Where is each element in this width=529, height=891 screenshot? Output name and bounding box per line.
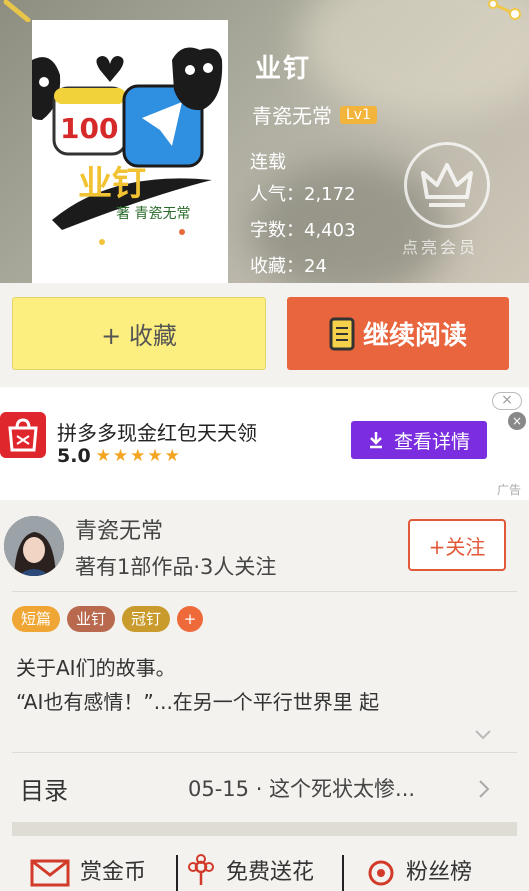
reward-label: 赏金币 bbox=[80, 860, 147, 885]
divider bbox=[12, 591, 517, 592]
fans-label: 粉丝榜 bbox=[406, 860, 473, 885]
divider bbox=[176, 855, 178, 891]
cover-title: 业钉 bbox=[78, 164, 146, 204]
favorites-stat: 收藏：24 bbox=[250, 256, 327, 277]
star-rating-icon: ★★★★★ bbox=[95, 446, 182, 466]
author-name[interactable]: 青瓷无常 bbox=[252, 100, 332, 129]
collect-button[interactable]: + 收藏 bbox=[12, 297, 266, 370]
reward-coins-button[interactable]: 赏金币 bbox=[30, 853, 146, 887]
ad-rating: 5.0 ★★★★★ bbox=[57, 445, 182, 467]
book-title: 业钉 bbox=[255, 54, 312, 84]
card-author-name[interactable]: 青瓷无常 bbox=[75, 513, 163, 545]
send-flower-button[interactable]: 免费送花 bbox=[186, 853, 314, 887]
author-stats: 著有1部作品·3人关注 bbox=[75, 555, 277, 579]
chevron-down-icon[interactable] bbox=[474, 729, 492, 741]
level-badge: Lv1 bbox=[340, 105, 377, 124]
ad-banner[interactable]: 拼多多现金红包天天领 5.0 ★★★★★ 查看详情 × × 广告 bbox=[0, 387, 529, 500]
synopsis-line-2: “AI也有感情！”...在另一个平行世界里 起 bbox=[16, 690, 380, 714]
share-icon[interactable] bbox=[487, 0, 521, 22]
flower-icon bbox=[188, 854, 214, 885]
cover-number: 100 bbox=[60, 112, 118, 145]
chevron-right-icon bbox=[479, 780, 490, 798]
edit-icon[interactable] bbox=[2, 0, 32, 22]
ad-rating-value: 5.0 bbox=[57, 445, 91, 467]
follow-button[interactable]: +关注 bbox=[408, 519, 506, 571]
book-icon bbox=[329, 317, 355, 350]
crown-icon bbox=[421, 163, 473, 207]
tag-guanding[interactable]: 冠钉 bbox=[122, 606, 171, 632]
cover-art: 100 业钉 著 青瓷无常 bbox=[32, 20, 228, 283]
vip-crown-badge[interactable] bbox=[404, 142, 490, 228]
continue-reading-button[interactable]: 继续阅读 bbox=[287, 297, 509, 370]
ad-tag: 广告 bbox=[496, 483, 521, 497]
fans-ranking-button[interactable]: 粉丝榜 bbox=[366, 853, 472, 887]
ad-button-label: 查看详情 bbox=[393, 430, 470, 453]
tag-short[interactable]: 短篇 bbox=[12, 606, 61, 632]
popularity-stat: 人气：2,172 bbox=[250, 184, 356, 205]
author-row[interactable]: 青瓷无常 Lv1 bbox=[252, 100, 377, 129]
author-card: 青瓷无常 著有1部作品·3人关注 +关注 短篇 业钉 冠钉 + 关于AI们的故事… bbox=[0, 503, 529, 753]
flower-label: 免费送花 bbox=[226, 860, 315, 885]
add-tag-button[interactable]: + bbox=[177, 606, 204, 632]
continue-reading-label: 继续阅读 bbox=[362, 321, 467, 351]
serial-status: 连载 bbox=[250, 152, 286, 173]
book-header: 100 业钉 著 青瓷无常 业钉 青瓷无常 Lv1 连载 人气：2,172 字数… bbox=[0, 0, 529, 283]
envelope-icon bbox=[30, 859, 70, 887]
ad-close-icon[interactable]: × bbox=[492, 392, 522, 410]
ad-view-details-button[interactable]: 查看详情 bbox=[351, 421, 487, 459]
download-icon bbox=[369, 432, 382, 449]
synopsis[interactable]: 关于AI们的故事。 “AI也有感情！”...在另一个平行世界里 起 bbox=[16, 651, 516, 719]
word-count-stat: 字数：4,403 bbox=[250, 220, 356, 241]
section-separator bbox=[12, 822, 517, 836]
toc-label: 目录 bbox=[20, 777, 68, 805]
bottom-action-bar: 赏金币 免费送花 粉丝榜 bbox=[0, 845, 529, 891]
vip-label[interactable]: 点亮会员 bbox=[402, 234, 478, 258]
divider bbox=[342, 855, 344, 891]
cover-author: 著 青瓷无常 bbox=[116, 206, 190, 222]
synopsis-line-1: 关于AI们的故事。 bbox=[16, 656, 176, 680]
author-avatar[interactable] bbox=[4, 516, 64, 576]
ad-title: 拼多多现金红包天天领 bbox=[57, 421, 257, 445]
latest-chapter: 05-15 · 这个死状太惨... bbox=[188, 777, 416, 801]
book-cover[interactable]: 100 业钉 著 青瓷无常 bbox=[32, 20, 228, 283]
pinduoduo-logo-icon bbox=[0, 412, 46, 458]
divider bbox=[12, 752, 517, 753]
tag-list: 短篇 业钉 冠钉 + bbox=[12, 606, 204, 632]
medal-icon bbox=[368, 860, 394, 886]
tag-yeding[interactable]: 业钉 bbox=[67, 606, 116, 632]
ad-dismiss-icon[interactable]: × bbox=[508, 412, 526, 430]
table-of-contents-row[interactable]: 目录 05-15 · 这个死状太惨... bbox=[0, 757, 529, 821]
